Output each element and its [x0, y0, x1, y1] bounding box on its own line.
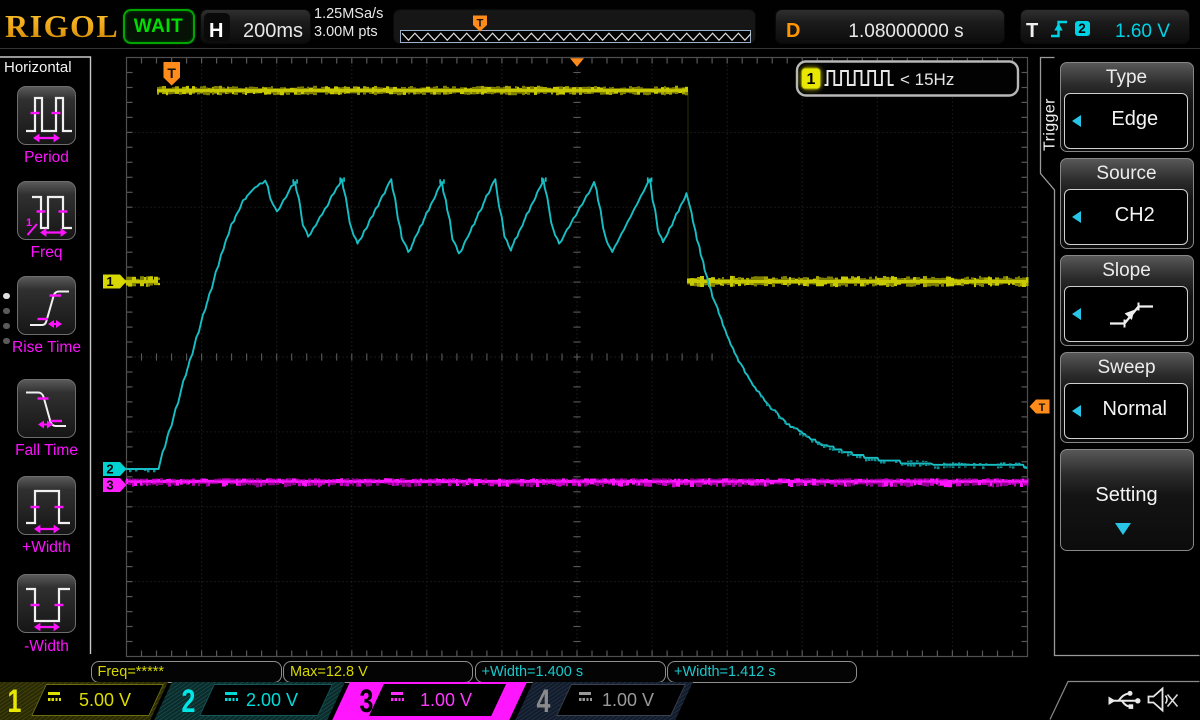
svg-text:T: T: [1039, 402, 1046, 414]
svg-text:3: 3: [106, 478, 113, 493]
svg-text:T: T: [167, 65, 176, 81]
svg-text:2: 2: [106, 462, 113, 477]
svg-text:1: 1: [106, 274, 113, 289]
svg-text:< 15Hz: < 15Hz: [900, 70, 954, 89]
svg-text:1: 1: [807, 71, 816, 88]
svg-text:1: 1: [26, 217, 32, 229]
